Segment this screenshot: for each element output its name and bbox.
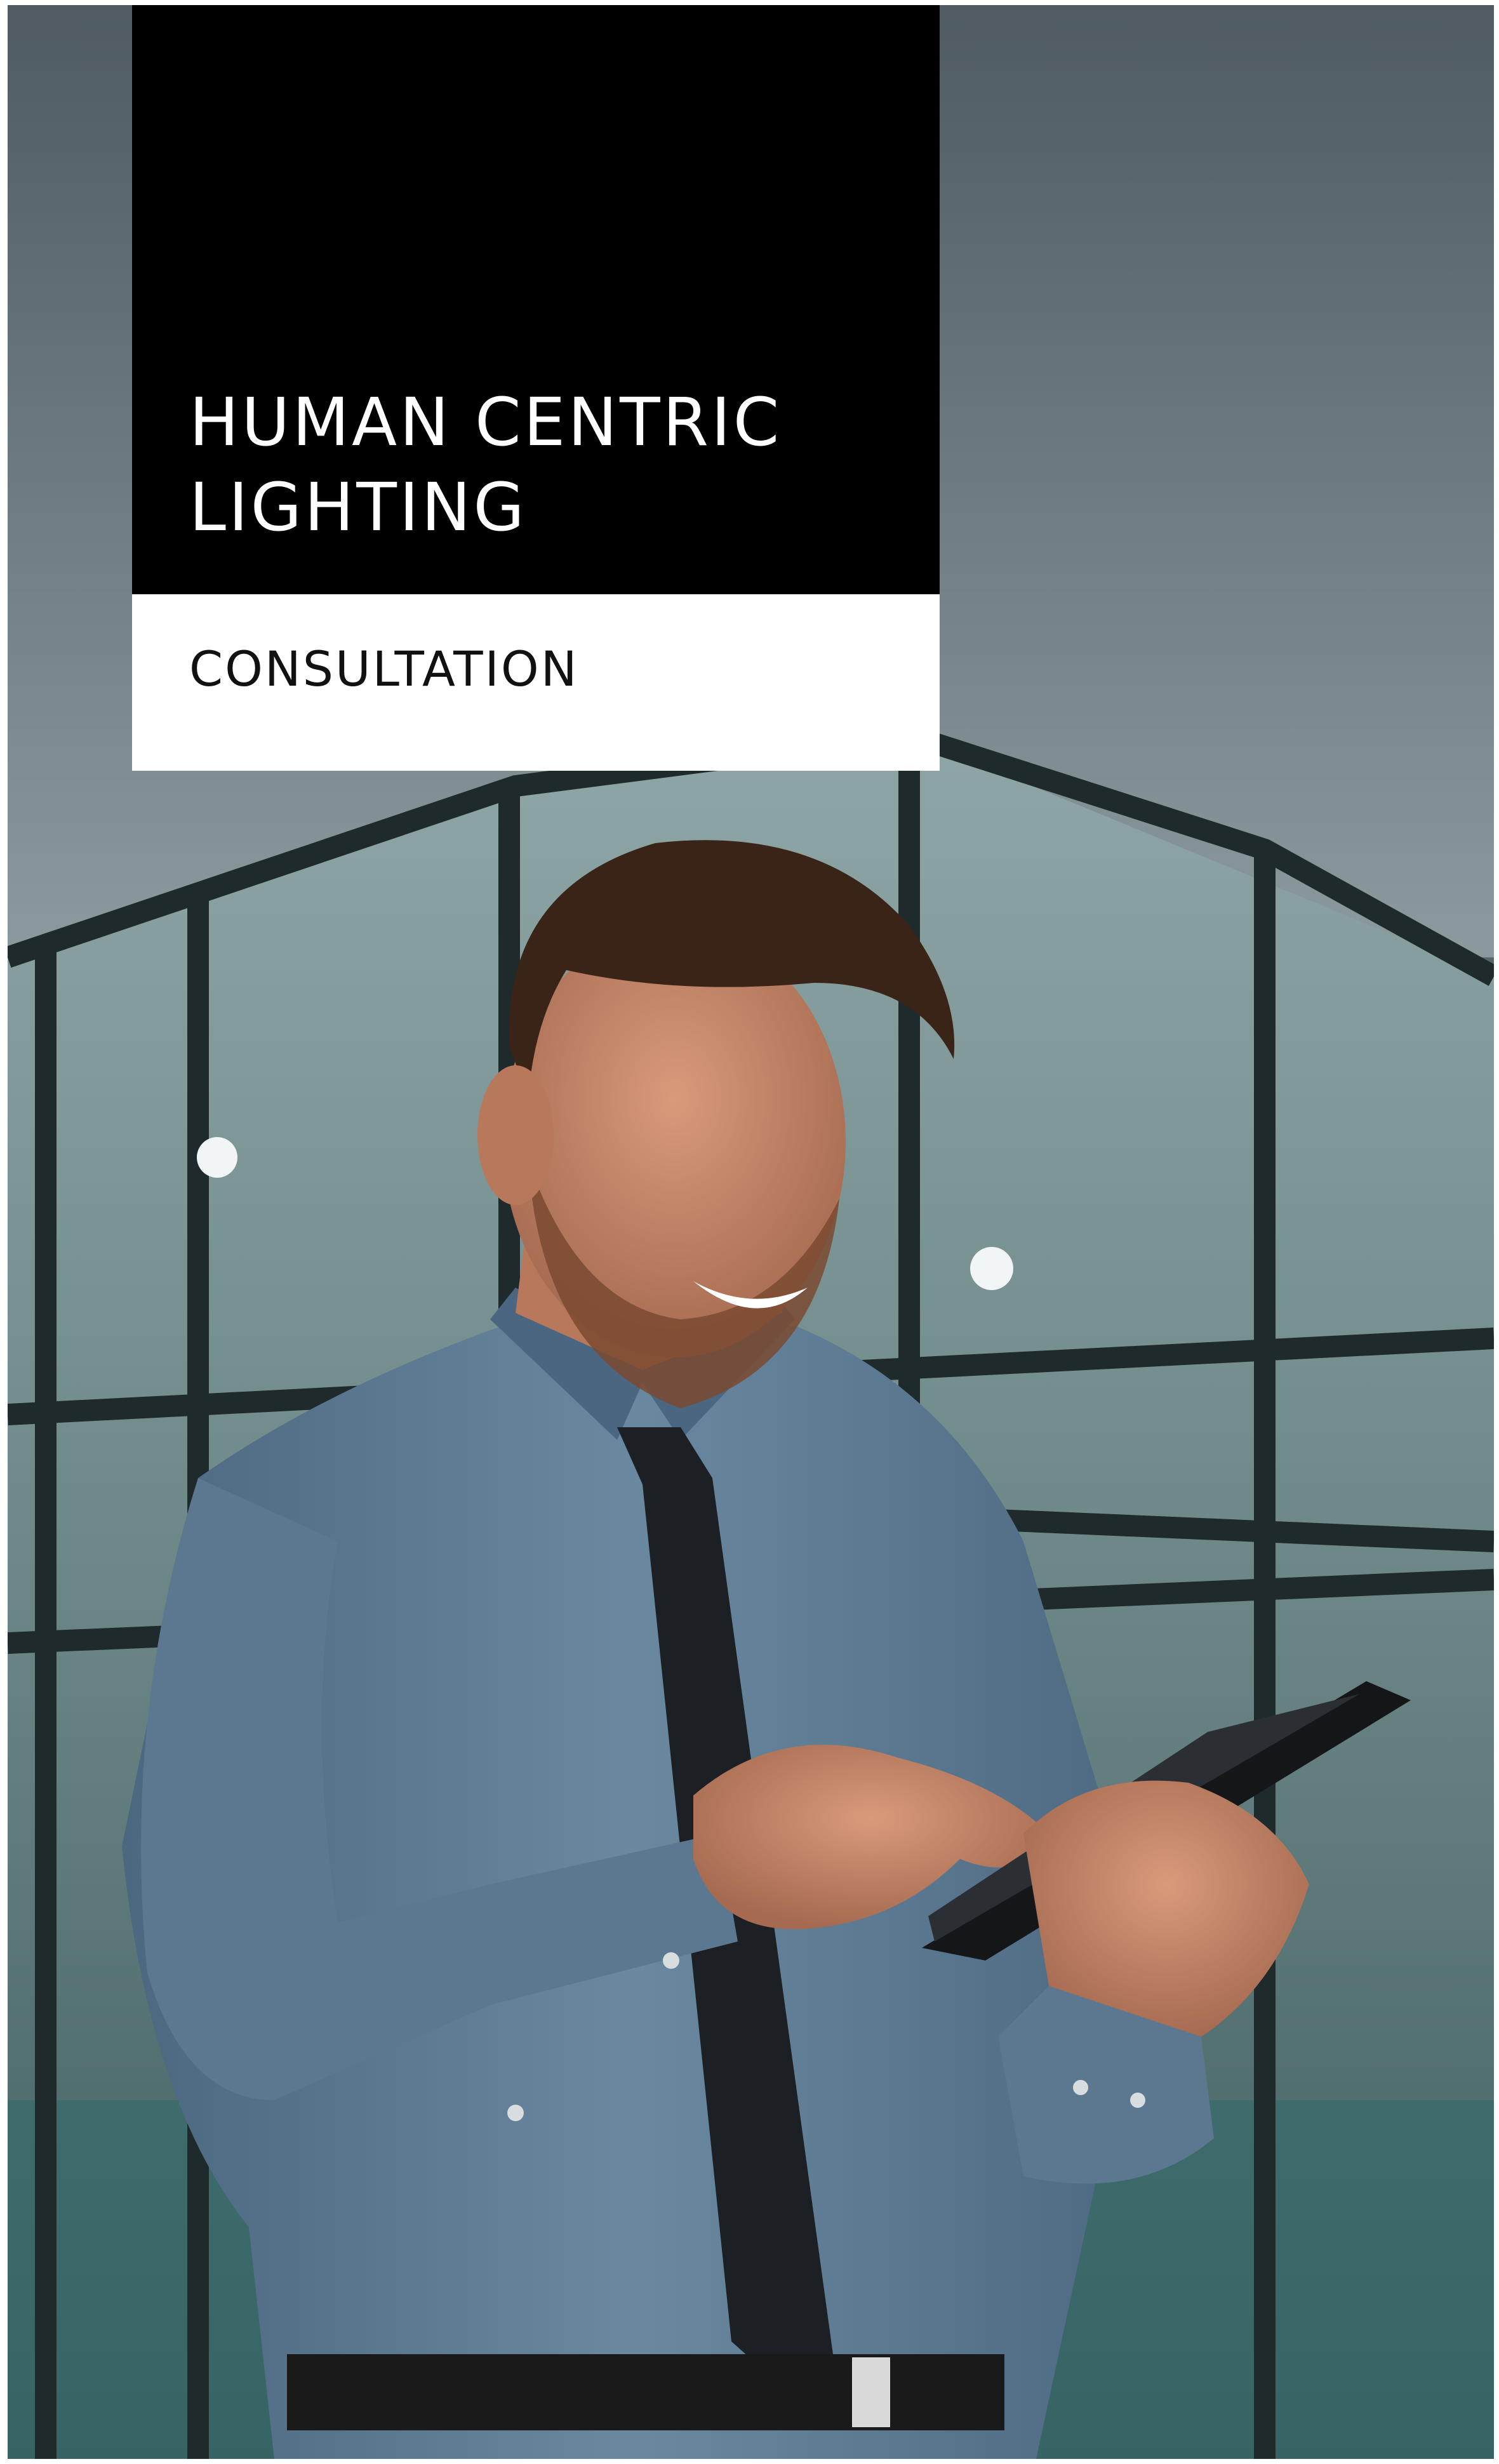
- belt-buckle: [852, 2357, 890, 2427]
- shirt-button: [507, 2105, 524, 2121]
- brochure-cover: HUMAN CENTRIC LIGHTING CONSULTATION: [0, 0, 1499, 2464]
- cuff-button: [663, 1952, 679, 1969]
- cover-title: HUMAN CENTRIC LIGHTING: [189, 383, 782, 546]
- belt: [287, 2354, 1004, 2430]
- cover-subtitle: CONSULTATION: [189, 641, 579, 697]
- subtitle-panel: CONSULTATION: [132, 594, 940, 771]
- ceiling-light: [970, 1247, 1013, 1290]
- cuff-button: [1130, 2093, 1145, 2108]
- cuff-button: [1073, 2080, 1088, 2095]
- title-panel: HUMAN CENTRIC LIGHTING: [132, 5, 940, 594]
- ceiling-light: [197, 1137, 237, 1178]
- ear: [477, 1065, 554, 1205]
